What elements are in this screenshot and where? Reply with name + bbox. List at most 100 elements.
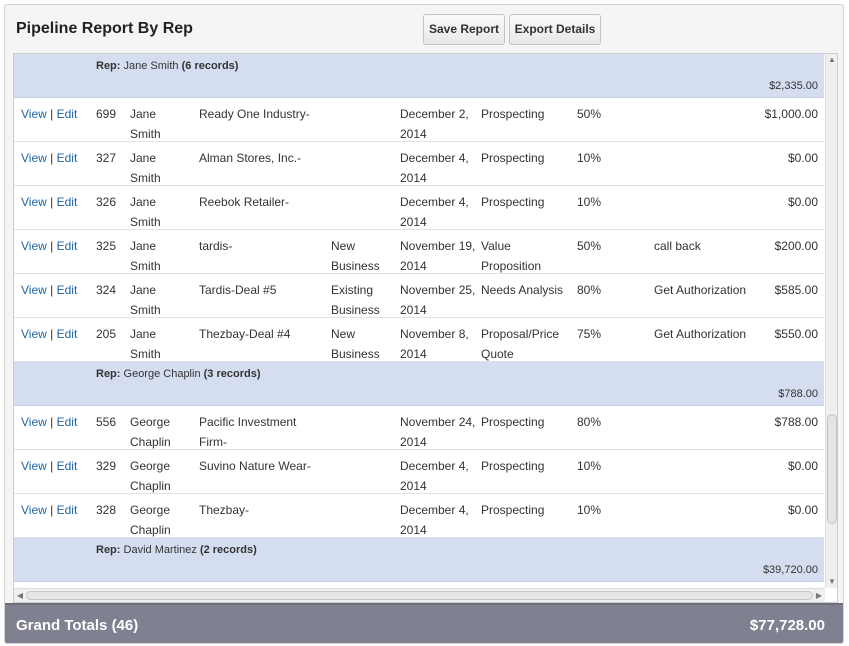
view-link[interactable]: View <box>21 151 47 165</box>
rep-prefix: Rep: <box>96 60 120 72</box>
probability: 10% <box>577 500 601 520</box>
close-date: December 2, 2014 <box>400 104 478 144</box>
edit-link[interactable]: Edit <box>57 283 78 297</box>
group-header: Rep: David Martinez (2 records)$39,720.0… <box>14 538 824 582</box>
action-separator: | <box>50 503 53 517</box>
edit-link[interactable]: Edit <box>57 503 78 517</box>
table-row: View | Edit 329 George Chaplin Suvino Natur… <box>14 450 824 494</box>
stage: Value Proposition <box>481 236 573 276</box>
opportunity-id: 699 <box>96 104 116 124</box>
report-table: Rep: Jane Smith (6 records) $2,335.00 View… <box>14 54 824 582</box>
view-link[interactable]: View <box>21 503 47 517</box>
row-actions: View | Edit <box>21 148 77 168</box>
edit-link[interactable]: Edit <box>57 107 78 121</box>
amount: $585.00 <box>775 280 818 300</box>
action-separator: | <box>50 151 53 165</box>
opportunity-id: 205 <box>96 324 116 344</box>
rep-name: Jane Smith <box>124 60 179 72</box>
probability: 80% <box>577 280 601 300</box>
probability: 80% <box>577 412 601 432</box>
opportunity-name: Ready One Industry- <box>199 104 324 124</box>
group-header: Rep: Jane Smith (6 records) $2,335.00 <box>14 54 824 98</box>
table-row: View | Edit699Jane SmithReady One Indust… <box>14 98 824 142</box>
scroll-up-icon[interactable]: ▲ <box>826 54 838 66</box>
action-separator: | <box>50 415 53 429</box>
horizontal-scrollbar-thumb[interactable] <box>26 591 813 600</box>
rep-prefix: Rep: <box>96 544 120 556</box>
group-header: Rep: George Chaplin (3 records)$788.00 <box>14 362 824 406</box>
opportunity-id: 327 <box>96 148 116 168</box>
vertical-scrollbar-thumb[interactable] <box>827 414 837 524</box>
opportunity-id: 326 <box>96 192 116 212</box>
view-link[interactable]: View <box>21 327 47 341</box>
stage: Needs Analysis <box>481 280 573 300</box>
amount: $0.00 <box>788 192 818 212</box>
opportunity-name: Alman Stores, Inc.- <box>199 148 324 168</box>
close-date: December 4, 2014 <box>400 456 478 496</box>
next-step: Get Authorization <box>654 280 764 300</box>
owner-name: Jane Smith <box>130 192 190 232</box>
owner-name: George Chaplin <box>130 456 190 496</box>
opportunity-type: New Business <box>331 236 395 276</box>
opportunity-name: Pacific Investment Firm- <box>199 412 324 452</box>
group-rep-label: Rep: Jane Smith (6 records) <box>96 60 238 72</box>
edit-link[interactable]: Edit <box>57 459 78 473</box>
record-count: (3 records) <box>204 368 261 380</box>
horizontal-scrollbar[interactable]: ◀ ▶ <box>14 588 825 602</box>
table-row: View | Edit324Jane SmithTardis-Deal #5Ex… <box>14 274 824 318</box>
view-link[interactable]: View <box>21 195 47 209</box>
edit-link[interactable]: Edit <box>57 327 78 341</box>
vertical-scrollbar[interactable]: ▲ ▼ <box>825 54 838 588</box>
report-table-scroll-area[interactable]: Rep: Jane Smith (6 records) $2,335.00 View… <box>13 53 838 603</box>
view-link[interactable]: View <box>21 283 47 297</box>
record-count: (2 records) <box>200 544 257 556</box>
stage: Prospecting <box>481 148 573 168</box>
probability: 50% <box>577 236 601 256</box>
opportunity-id: 328 <box>96 500 116 520</box>
row-actions: View | Edit <box>21 280 77 300</box>
edit-link[interactable]: Edit <box>57 239 78 253</box>
probability: 10% <box>577 148 601 168</box>
table-row: View | Edit328George ChaplinThezbay-Dece… <box>14 494 824 538</box>
probability: 75% <box>577 324 601 344</box>
owner-name: George Chaplin <box>130 500 190 540</box>
amount: $788.00 <box>775 412 818 432</box>
table-row: View | Edit325Jane Smithtardis-New Busin… <box>14 230 824 274</box>
edit-link[interactable]: Edit <box>57 195 78 209</box>
action-separator: | <box>50 239 53 253</box>
row-actions: View | Edit <box>21 456 77 476</box>
edit-link[interactable]: Edit <box>57 151 78 165</box>
view-link[interactable]: View <box>21 415 47 429</box>
amount: $550.00 <box>775 324 818 344</box>
amount: $200.00 <box>775 236 818 256</box>
action-separator: | <box>50 195 53 209</box>
view-link[interactable]: View <box>21 239 47 253</box>
rep-name: George Chaplin <box>124 368 201 380</box>
view-link[interactable]: View <box>21 459 47 473</box>
export-details-button[interactable]: Export Details <box>509 14 601 45</box>
amount: $0.00 <box>788 148 818 168</box>
close-date: November 25, 2014 <box>400 280 478 320</box>
edit-link[interactable]: Edit <box>57 415 78 429</box>
table-row: View | Edit556George ChaplinPacific Inve… <box>14 406 824 450</box>
stage: Prospecting <box>481 456 573 476</box>
scroll-right-icon[interactable]: ▶ <box>813 590 825 602</box>
probability: 10% <box>577 192 601 212</box>
report-header: Pipeline Report By Rep Save Report Expor… <box>5 5 844 53</box>
action-separator: | <box>50 107 53 121</box>
view-link[interactable]: View <box>21 107 47 121</box>
close-date: November 19, 2014 <box>400 236 478 276</box>
row-actions: View | Edit <box>21 104 77 124</box>
save-report-button[interactable]: Save Report <box>423 14 505 45</box>
opportunity-name: Suvino Nature Wear- <box>199 456 324 476</box>
scroll-left-icon[interactable]: ◀ <box>14 590 26 602</box>
record-count: (6 records) <box>182 60 239 72</box>
group-subtotal: $788.00 <box>778 388 818 400</box>
opportunity-id: 329 <box>96 456 116 476</box>
close-date: December 4, 2014 <box>400 192 478 232</box>
group-subtotal: $2,335.00 <box>769 80 818 92</box>
grand-totals-amount: $77,728.00 <box>750 617 825 634</box>
stage: Prospecting <box>481 500 573 520</box>
opportunity-id: 325 <box>96 236 116 256</box>
scroll-down-icon[interactable]: ▼ <box>826 576 838 588</box>
